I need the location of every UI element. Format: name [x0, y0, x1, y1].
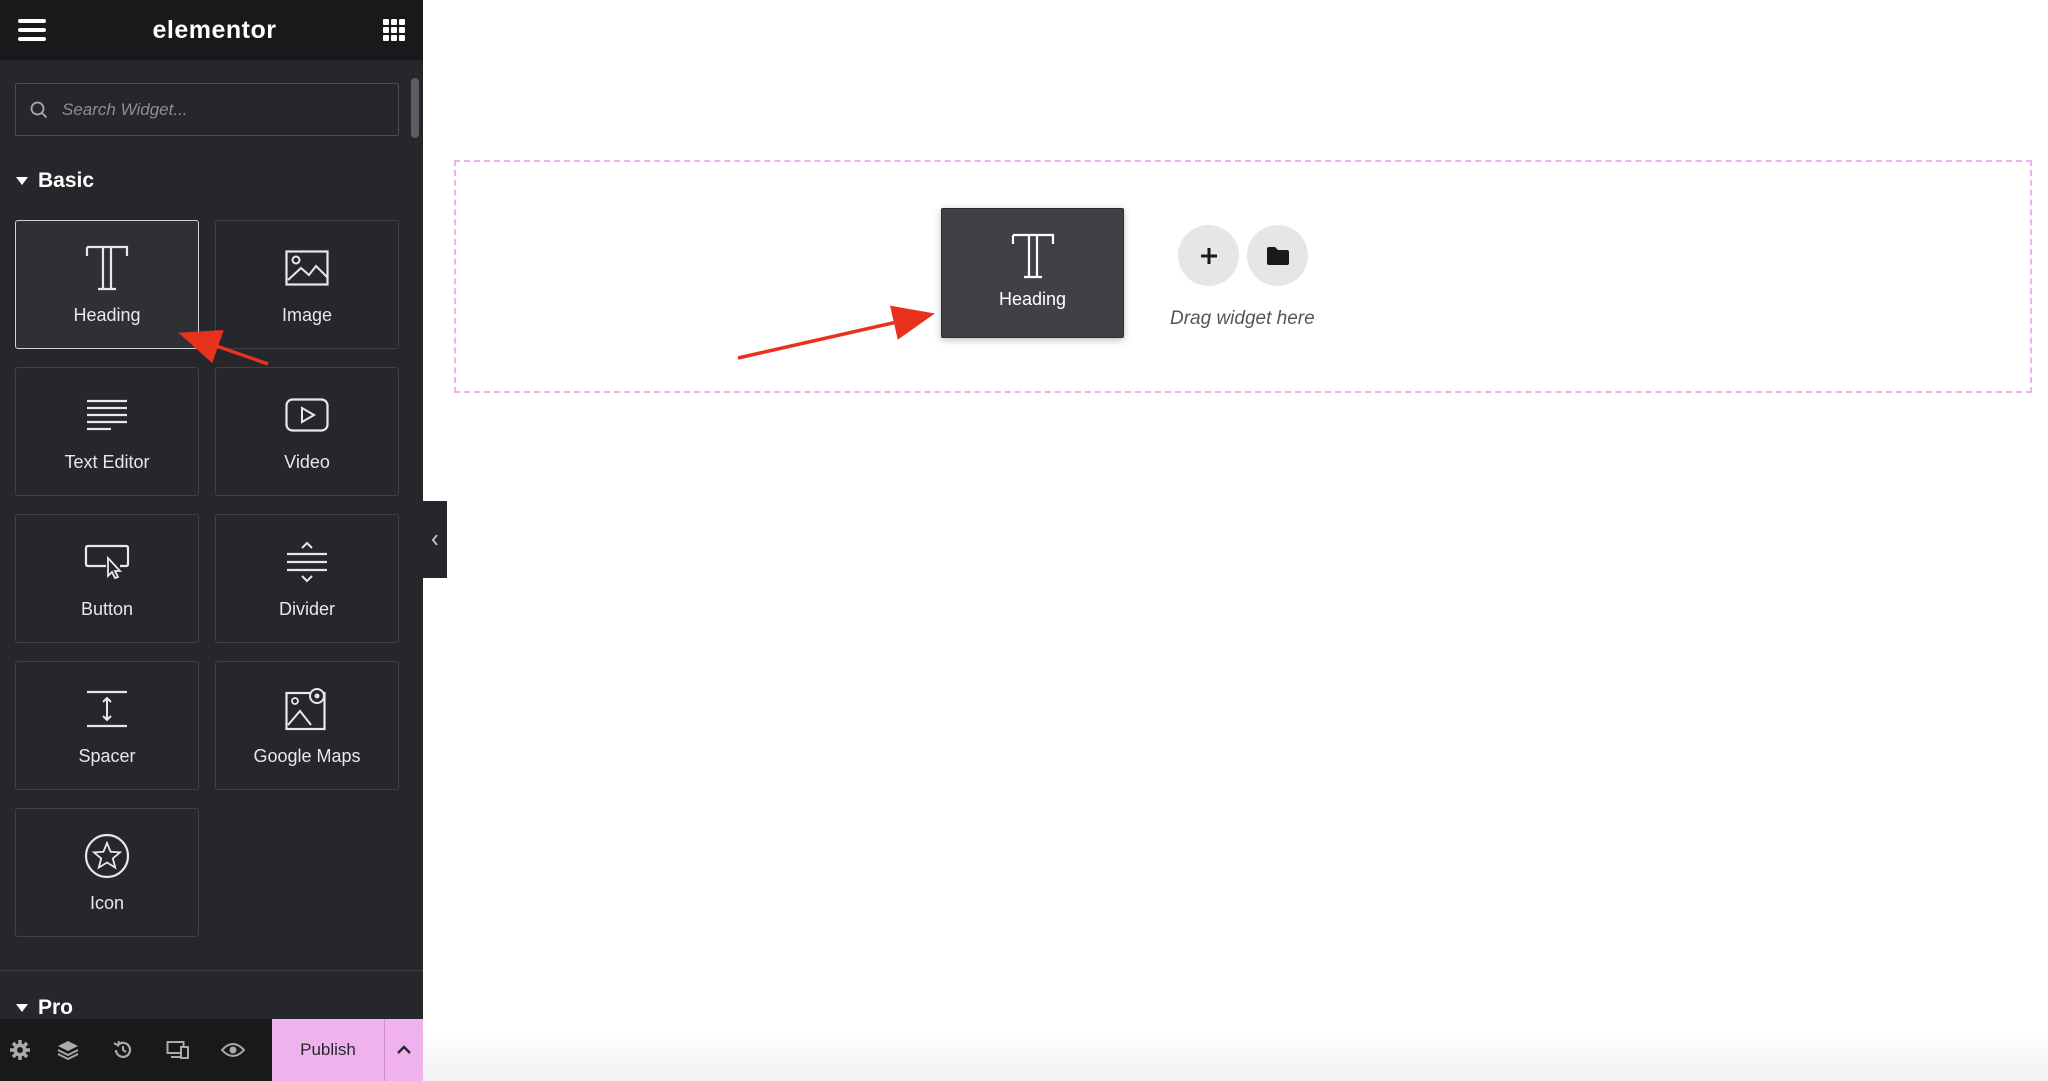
category-pro-label: Pro — [38, 996, 74, 1019]
category-basic-label: Basic — [38, 169, 95, 192]
menu-icon[interactable] — [18, 19, 46, 41]
search-icon — [30, 101, 48, 118]
widget-label: Text Editor — [64, 452, 150, 472]
widget-label: Heading — [73, 305, 141, 325]
panel-footer: Publish — [0, 1019, 423, 1081]
chevron-left-icon — [431, 533, 438, 546]
caret-down-icon — [16, 1004, 28, 1012]
star-icon — [84, 831, 130, 881]
elementor-logo: elementor — [152, 15, 277, 44]
widget-label: Video — [284, 452, 330, 472]
category-pro[interactable]: Pro — [16, 996, 73, 1020]
widget-spacer[interactable]: Spacer — [15, 661, 199, 790]
drag-widget-hint: Drag widget here — [1170, 308, 1315, 329]
widget-label: Image — [281, 305, 333, 325]
widget-label: Icon — [89, 893, 125, 913]
caret-down-icon — [16, 177, 28, 185]
widget-label: Button — [80, 599, 134, 619]
canvas-bottom-edge — [423, 1030, 2048, 1081]
add-section-button[interactable] — [1178, 225, 1239, 286]
category-divider — [0, 970, 423, 971]
panel-scrollbar[interactable] — [411, 78, 419, 138]
editor-panel: elementor Basic Heading — [0, 0, 423, 1081]
widget-icon[interactable]: Icon — [15, 808, 199, 937]
search-input[interactable] — [60, 98, 384, 121]
add-template-button[interactable] — [1247, 225, 1308, 286]
widget-button[interactable]: Button — [15, 514, 199, 643]
history-icon[interactable] — [95, 1019, 150, 1081]
publish-button[interactable]: Publish — [272, 1019, 384, 1081]
collapse-panel-toggle[interactable] — [423, 501, 447, 578]
widget-heading[interactable]: Heading — [15, 220, 199, 349]
plus-icon — [1200, 247, 1217, 264]
widget-divider[interactable]: Divider — [215, 514, 399, 643]
drop-zone[interactable] — [454, 160, 2032, 393]
category-basic[interactable]: Basic — [16, 169, 94, 193]
settings-gear-icon[interactable] — [0, 1019, 40, 1081]
widget-label: Google Maps — [253, 746, 361, 766]
folder-icon — [1266, 246, 1289, 265]
divider-icon — [285, 537, 329, 587]
responsive-mode-icon[interactable] — [150, 1019, 205, 1081]
image-icon — [285, 243, 329, 293]
publish-options-button[interactable] — [384, 1019, 423, 1081]
panel-header: elementor — [0, 0, 423, 60]
dragged-heading-widget[interactable]: Heading — [941, 208, 1124, 338]
preview-eye-icon[interactable] — [205, 1019, 260, 1081]
widget-google-maps[interactable]: Google Maps — [215, 661, 399, 790]
widget-label: Divider — [278, 599, 335, 619]
widgets-grid-icon[interactable] — [382, 19, 405, 41]
widget-image[interactable]: Image — [215, 220, 399, 349]
layers-icon[interactable] — [40, 1019, 95, 1081]
widget-video[interactable]: Video — [215, 367, 399, 496]
dragged-widget-label: Heading — [998, 289, 1067, 309]
heading-icon — [1011, 231, 1055, 281]
heading-icon — [85, 243, 129, 293]
chevron-up-icon — [397, 1045, 411, 1054]
text-editor-icon — [85, 390, 129, 440]
spacer-icon — [85, 684, 129, 734]
video-icon — [285, 390, 329, 440]
widget-label: Spacer — [78, 746, 136, 766]
button-icon — [84, 537, 130, 587]
google-maps-icon — [285, 684, 329, 734]
widget-text-editor[interactable]: Text Editor — [15, 367, 199, 496]
search-box[interactable] — [15, 83, 399, 136]
